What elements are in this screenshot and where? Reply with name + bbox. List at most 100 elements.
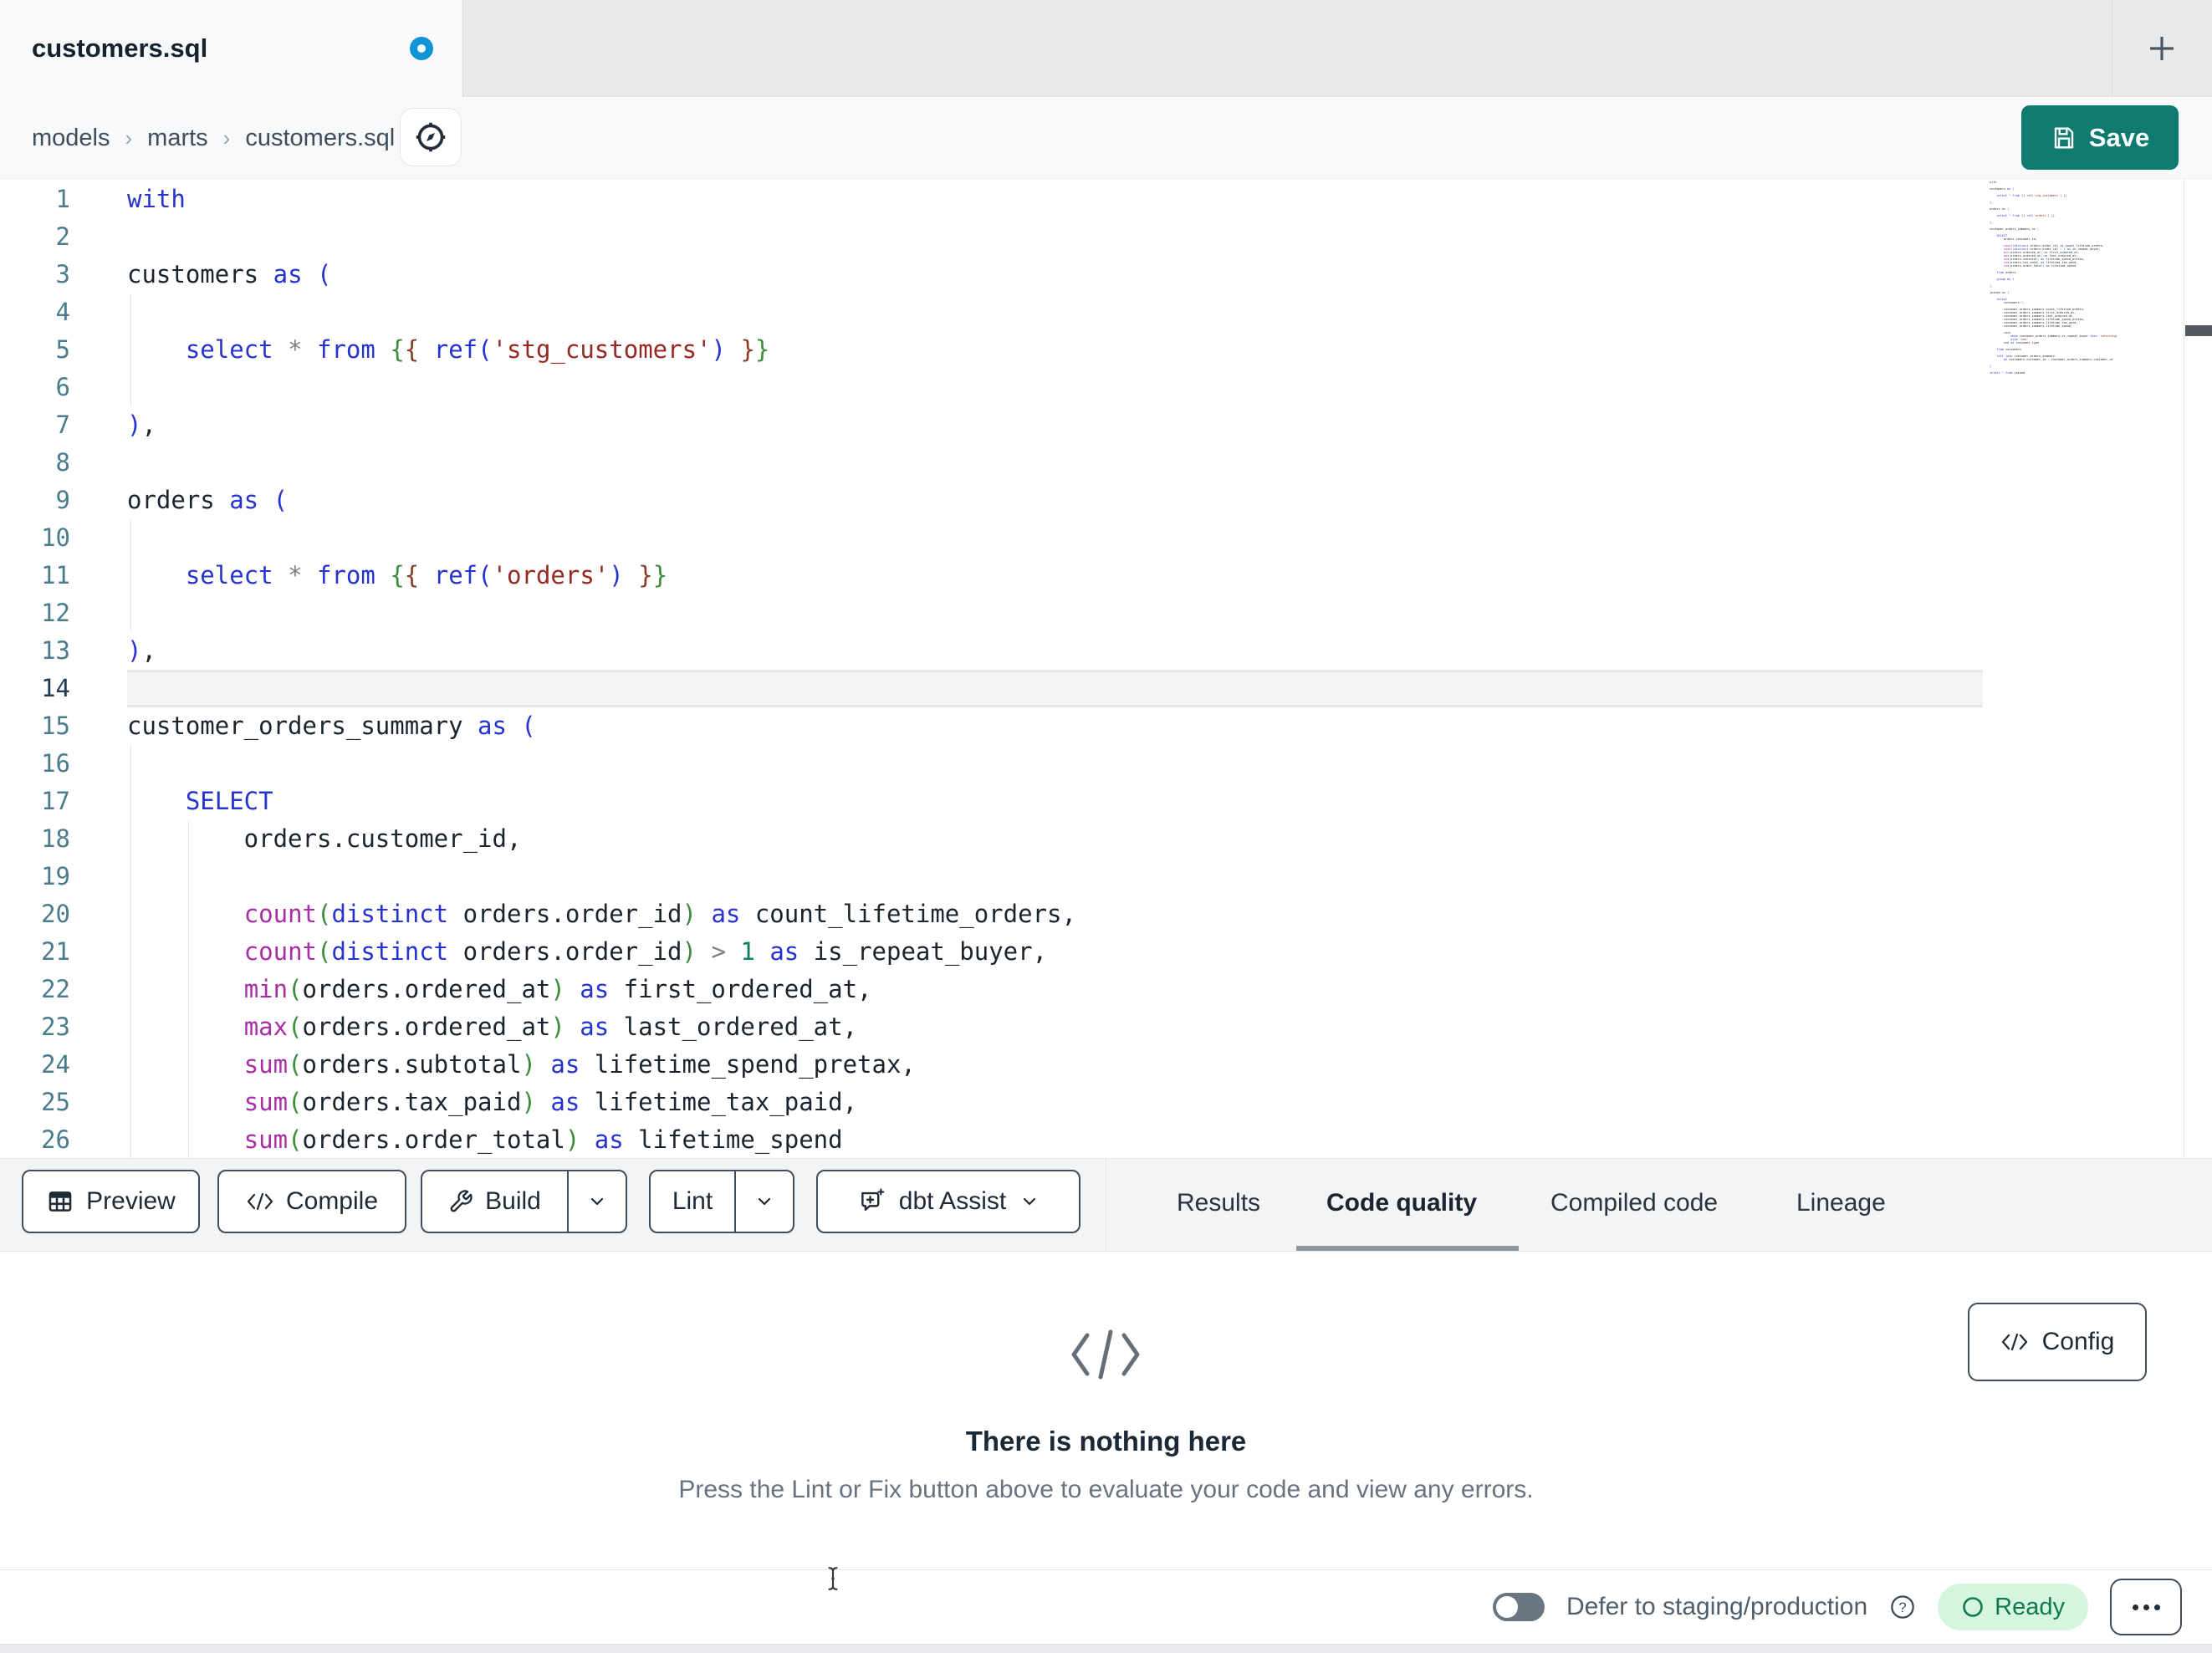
line-number: 15 <box>41 712 70 740</box>
code-line[interactable]: orders.customer_id, <box>127 820 1076 858</box>
help-icon[interactable]: ? <box>1889 1594 1916 1620</box>
unsaved-changes-dot-icon <box>410 37 433 60</box>
line-number: 5 <box>55 335 70 364</box>
line-number: 1 <box>55 185 70 213</box>
table-icon <box>49 1191 72 1212</box>
code-line[interactable] <box>127 519 1076 557</box>
build-dropdown-button[interactable] <box>567 1171 626 1232</box>
line-number: 7 <box>55 411 70 439</box>
lint-split-button: Lint <box>649 1170 794 1233</box>
code-line[interactable]: with <box>127 181 1076 218</box>
line-number: 16 <box>41 749 70 778</box>
path-bar: models › marts › customers.sql Save <box>0 98 2212 178</box>
code-line[interactable]: max(orders.ordered_at) as last_ordered_a… <box>127 1008 1076 1046</box>
code-line[interactable]: customers as ( <box>127 256 1076 293</box>
tab-compiled-code[interactable]: Compiled code <box>1550 1159 1718 1247</box>
tab-lineage[interactable]: Lineage <box>1796 1159 1886 1247</box>
line-number: 12 <box>41 599 70 627</box>
plus-icon <box>2150 37 2174 60</box>
lint-button[interactable]: Lint <box>651 1171 734 1232</box>
file-explore-button[interactable] <box>400 108 462 166</box>
preview-label: Preview <box>86 1187 176 1215</box>
ibeam-cursor-icon <box>828 1567 838 1590</box>
compile-button[interactable]: Compile <box>217 1170 406 1233</box>
defer-label: Defer to staging/production <box>1566 1593 1868 1620</box>
code-line[interactable]: ), <box>127 632 1076 670</box>
code-line[interactable]: min(orders.ordered_at) as first_ordered_… <box>127 971 1076 1008</box>
preview-button[interactable]: Preview <box>22 1170 200 1233</box>
code-line[interactable] <box>127 670 1076 707</box>
line-number: 19 <box>41 862 70 890</box>
code-line[interactable] <box>127 594 1076 632</box>
code-line[interactable] <box>127 369 1076 406</box>
status-bar: Defer to staging/production ? Ready <box>0 1569 2212 1644</box>
code-line[interactable]: sum(orders.tax_paid) as lifetime_tax_pai… <box>127 1084 1076 1121</box>
code-line[interactable]: sum(orders.order_total) as lifetime_spen… <box>127 1121 1076 1159</box>
code-line[interactable]: ), <box>127 406 1076 444</box>
line-number: 10 <box>41 523 70 552</box>
window-bottom-edge <box>0 1644 2212 1653</box>
line-number: 26 <box>41 1125 70 1154</box>
new-tab-button[interactable] <box>2112 0 2212 97</box>
line-number: 13 <box>41 636 70 665</box>
code-line[interactable]: select * from {{ ref('stg_customers') }} <box>127 331 1076 369</box>
compile-label: Compile <box>285 1187 379 1215</box>
wrench-icon <box>450 1190 473 1212</box>
defer-toggle[interactable] <box>1492 1593 1545 1621</box>
code-line[interactable] <box>127 745 1076 783</box>
line-number: 20 <box>41 900 70 928</box>
code-line[interactable]: count(distinct orders.order_id) as count… <box>127 895 1076 933</box>
tab-title: customers.sql <box>32 33 208 63</box>
line-number: 6 <box>55 373 70 401</box>
more-options-button[interactable] <box>2110 1579 2182 1635</box>
code-line[interactable]: select * from {{ ref('orders') }} <box>127 557 1076 594</box>
svg-text:?: ? <box>1899 1599 1907 1615</box>
toggle-knob <box>1495 1596 1518 1618</box>
dbt-assist-button[interactable]: dbt Assist <box>816 1170 1080 1233</box>
code-line[interactable] <box>127 218 1076 256</box>
assist-label: dbt Assist <box>898 1187 1007 1215</box>
code-line[interactable] <box>127 293 1076 331</box>
scrollbar-annotation[interactable] <box>2185 325 2212 336</box>
breadcrumb-separator: › <box>222 125 231 151</box>
line-number: 4 <box>55 298 70 326</box>
code-line[interactable] <box>127 858 1076 895</box>
code-line[interactable] <box>127 444 1076 482</box>
compass-icon <box>416 122 446 152</box>
dot-icon <box>2132 1604 2138 1610</box>
tab-customers-sql[interactable]: customers.sql <box>0 0 463 98</box>
code-line[interactable]: sum(orders.subtotal) as lifetime_spend_p… <box>127 1046 1076 1084</box>
save-floppy-icon <box>2054 126 2073 149</box>
tab-code-quality[interactable]: Code quality <box>1326 1159 1477 1247</box>
line-number: 17 <box>41 787 70 815</box>
line-number: 22 <box>41 975 70 1003</box>
line-number: 14 <box>41 674 70 702</box>
code-content[interactable]: with customers as ( select * from {{ ref… <box>127 181 1076 1159</box>
tab-results[interactable]: Results <box>1177 1159 1260 1247</box>
action-toolbar: Preview Compile Build Lint dbt Assist Re… <box>0 1158 2212 1253</box>
line-number: 3 <box>55 260 70 288</box>
lint-dropdown-button[interactable] <box>734 1171 793 1232</box>
line-number: 8 <box>55 448 70 477</box>
code-line[interactable]: SELECT <box>127 783 1076 820</box>
code-line[interactable]: orders as ( <box>127 482 1076 519</box>
breadcrumb: models › marts › customers.sql <box>32 98 395 178</box>
ready-label: Ready <box>1995 1593 2065 1620</box>
code-editor[interactable]: 1 2 3 4 5 6 7 8 9 10 11 12 13 14 15 16 17 18 19 20 21 22 23 24 2… <box>0 178 2212 1159</box>
line-number: 24 <box>41 1050 70 1079</box>
save-button[interactable]: Save <box>2021 105 2179 170</box>
status-badge[interactable]: Ready <box>1938 1584 2088 1630</box>
editor-tab-bar: customers.sql <box>0 0 2212 98</box>
code-icon <box>2001 1333 2027 1351</box>
dot-icon <box>2153 1604 2160 1610</box>
breadcrumb-marts[interactable]: marts <box>147 125 208 152</box>
config-button[interactable]: Config <box>1968 1303 2147 1381</box>
code-line[interactable]: count(distinct orders.order_id) > 1 as i… <box>127 933 1076 971</box>
empty-state-code-icon <box>1071 1329 1140 1380</box>
line-number: 18 <box>41 824 70 853</box>
minimap[interactable]: with customers as ( select * from {{ ref… <box>1990 181 2117 381</box>
code-line[interactable]: customer_orders_summary as ( <box>127 707 1076 745</box>
config-label: Config <box>2041 1328 2115 1355</box>
build-button[interactable]: Build <box>422 1171 567 1232</box>
breadcrumb-models[interactable]: models <box>32 125 110 152</box>
